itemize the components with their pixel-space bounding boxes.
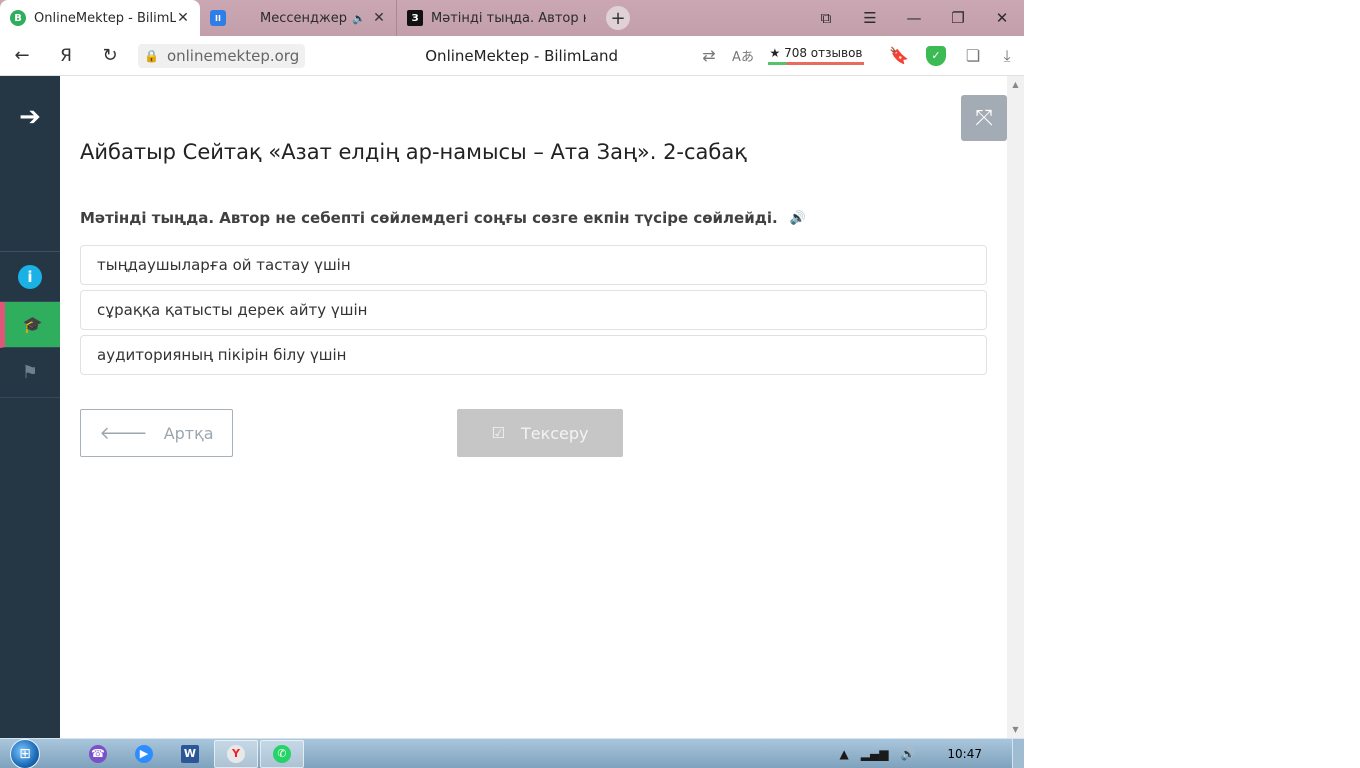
graduation-cap-icon: 🎓 <box>22 315 43 334</box>
download-icon[interactable]: ⤓ <box>990 46 1024 66</box>
answer-option[interactable]: аудиторияның пікірін білу үшін <box>80 335 987 375</box>
close-tab-icon[interactable]: ✕ <box>176 10 190 26</box>
bookmark-icon[interactable]: 🔖 <box>882 46 916 65</box>
question-text: Мәтінді тыңда. Автор не себепті сөйлемде… <box>80 209 778 227</box>
zoom-icon: ▶ <box>135 744 153 763</box>
answer-list: тыңдаушыларға ой тастау үшін сұраққа қат… <box>80 245 987 380</box>
window-controls: ⧉ ☰ — ❐ ✕ <box>804 0 1024 36</box>
address-bar: ← Я ↻ 🔒 onlinemektep.org OnlineMektep - … <box>0 36 1024 76</box>
browser-tab-bar: B OnlineMektep - BilimLand ✕ II Мессендж… <box>0 0 1024 36</box>
taskbar-app-whatsapp[interactable]: ✆ <box>260 739 304 768</box>
clock[interactable]: 10:47 <box>947 747 982 761</box>
check-label: Тексеру <box>520 423 589 443</box>
new-tab-plus-icon[interactable]: + <box>606 6 630 30</box>
restore-icon[interactable]: ❐ <box>936 9 980 27</box>
address-tools: ⇄ Aあ ★ 708 отзывов 🔖 ✓ ❏ ⤓ <box>692 45 1024 66</box>
system-tray: ▲ ▂▄▆ 🔊 10:47 <box>834 747 1012 761</box>
left-arrow-icon: 🡐 <box>99 422 148 444</box>
tab-title: Мәтінді тыңда. Автор не с <box>431 10 586 26</box>
fullscreen-expand-icon[interactable]: ⤧ <box>961 95 1007 141</box>
yandex-browser-icon: Y <box>227 744 245 763</box>
taskbar-app-viber[interactable]: ☎ <box>76 740 120 768</box>
taskbar-app-word[interactable]: W <box>168 740 212 768</box>
windows-taskbar: ⊞ ☎ ▶ W Y ✆ ▲ ▂▄▆ 🔊 10:47 <box>0 738 1024 768</box>
sidebar-item-flag[interactable]: ⚑ <box>0 348 60 398</box>
back-button[interactable]: 🡐 Артқа <box>80 409 233 457</box>
word-icon: W <box>181 744 199 763</box>
volume-icon[interactable]: 🔊 <box>900 747 915 761</box>
url-field[interactable]: 🔒 onlinemektep.org <box>138 43 306 68</box>
check-button[interactable]: ☑ Тексеру <box>457 409 623 457</box>
tab-title: Мессенджер <box>260 10 347 26</box>
menu-icon[interactable]: ☰ <box>848 9 892 27</box>
back-label: Артқа <box>163 423 214 443</box>
minimize-icon[interactable]: — <box>892 9 936 27</box>
viber-icon: ☎ <box>89 744 107 763</box>
translate-icon[interactable]: Aあ <box>726 46 760 65</box>
sidebar-item-course[interactable]: 🎓 <box>0 302 60 348</box>
messenger-favicon-icon: II <box>210 10 226 26</box>
flag-icon: ⚑ <box>21 362 39 383</box>
answer-option[interactable]: тыңдаушыларға ой тастау үшін <box>80 245 987 285</box>
tab-onlinemektep[interactable]: B OnlineMektep - BilimLand ✕ <box>0 0 200 36</box>
collections-icon[interactable]: ❏ <box>956 46 990 65</box>
info-icon: i <box>18 264 42 289</box>
scroll-down-icon[interactable]: ▼ <box>1007 725 1024 734</box>
scroll-up-icon[interactable]: ▲ <box>1007 80 1024 89</box>
tab-question[interactable]: З Мәтінді тыңда. Автор не с <box>396 0 596 36</box>
screen: B OnlineMektep - BilimLand ✕ II Мессендж… <box>0 0 1360 768</box>
start-button[interactable]: ⊞ <box>10 738 40 768</box>
url-text: onlinemektep.org <box>166 46 300 65</box>
windows-logo-icon: ⊞ <box>19 745 31 762</box>
protect-shield-icon[interactable]: ✓ <box>926 45 946 66</box>
network-signal-icon[interactable]: ▂▄▆ <box>861 747 889 761</box>
lock-icon: 🔒 <box>144 48 159 63</box>
show-desktop-button[interactable] <box>1012 738 1024 768</box>
close-tab-icon[interactable]: ✕ <box>372 10 386 26</box>
back-arrow-icon[interactable]: ← <box>0 45 44 66</box>
taskbar-app-zoom[interactable]: ▶ <box>122 740 166 768</box>
audio-speaker-icon[interactable]: 🔊 <box>790 211 806 226</box>
question: Мәтінді тыңда. Автор не себепті сөйлемде… <box>80 209 806 227</box>
answer-option[interactable]: сұраққа қатысты дерек айту үшін <box>80 290 987 330</box>
translate-page-icon[interactable]: ⇄ <box>692 46 726 65</box>
bookmarks-panel-icon[interactable]: ⧉ <box>804 9 848 27</box>
expand-arrow-icon[interactable]: ➔ <box>0 76 60 252</box>
yandex-logo-icon[interactable]: Я <box>44 46 88 66</box>
taskbar-app-yandex[interactable]: Y <box>214 739 258 768</box>
checkbox-icon: ☑ <box>491 424 505 442</box>
page-title: OnlineMektep - BilimLand <box>425 46 619 65</box>
reload-icon[interactable]: ↻ <box>88 45 132 66</box>
reviews-badge[interactable]: ★ 708 отзывов <box>768 46 864 65</box>
whatsapp-icon: ✆ <box>273 744 291 763</box>
lesson-content: ⤧ Айбатыр Сейтақ «Азат елдің ар-намысы –… <box>60 76 1007 738</box>
close-window-icon[interactable]: ✕ <box>980 9 1024 27</box>
tray-expand-icon[interactable]: ▲ <box>840 747 849 761</box>
site-sidebar: ➔ i 🎓 ⚑ <box>0 76 60 738</box>
lesson-title: Айбатыр Сейтақ «Азат елдің ар-намысы – А… <box>80 140 747 164</box>
tab-title: OnlineMektep - BilimLand <box>34 10 176 26</box>
sidebar-item-info[interactable]: i <box>0 252 60 302</box>
page-scrollbar[interactable]: ▲ ▼ <box>1007 76 1024 738</box>
bilimland-favicon-icon: B <box>10 10 26 26</box>
znanija-favicon-icon: З <box>407 10 423 26</box>
tab-messenger[interactable]: II Мессенджер 🔈 ✕ <box>200 0 396 36</box>
speaker-icon[interactable]: 🔈 <box>352 12 366 25</box>
